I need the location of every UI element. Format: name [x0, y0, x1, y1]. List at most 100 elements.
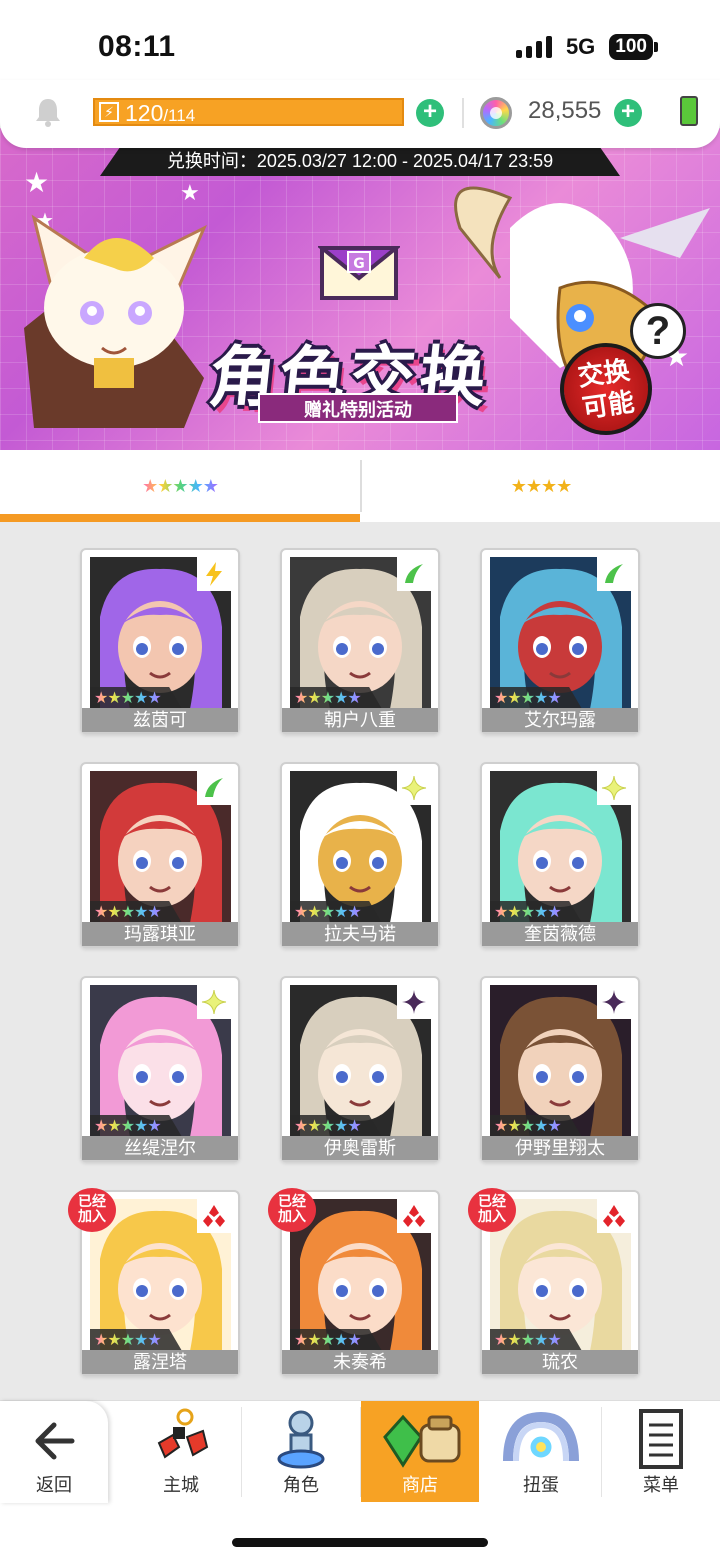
gem-count: 28,555	[528, 97, 602, 124]
gacha-icon	[503, 1411, 579, 1462]
character-card[interactable]: ★★★★★ 玛露琪亚	[80, 762, 240, 948]
nav-gacha[interactable]: 扭蛋	[482, 1401, 600, 1503]
help-button[interactable]: ?	[630, 303, 686, 359]
bottom-nav: 返回 主城 角色 商店 扭蛋 菜单	[0, 1400, 720, 1503]
energy-current: 120	[125, 100, 164, 126]
nav-character[interactable]: 角色	[242, 1401, 360, 1503]
lightning-icon: ⚡	[99, 102, 119, 122]
character-portrait: ★★★★★	[490, 771, 631, 923]
bell-icon[interactable]	[33, 96, 63, 128]
character-card[interactable]: ★★★★★ 未奏希 已经加入	[268, 1188, 440, 1376]
rarity-stars-text: ★★★★★	[94, 1118, 162, 1135]
character-card[interactable]: ★★★★★ 丝缇涅尔	[80, 976, 240, 1162]
rarity-stars: ★★★★★	[90, 1115, 182, 1137]
already-joined-badge: 已经加入	[268, 1188, 316, 1232]
character-card[interactable]: ★★★★★ 伊奥雷斯	[280, 976, 440, 1162]
character-portrait: ★★★★★	[490, 985, 631, 1137]
lightning-attribute-icon	[197, 557, 231, 591]
light-attribute-icon	[197, 985, 231, 1019]
character-card[interactable]: ★★★★★ 露涅塔 已经加入	[68, 1188, 240, 1376]
rarity-stars-text: ★★★★★	[294, 1332, 362, 1349]
already-joined-text: 已经加入	[78, 1193, 106, 1224]
nav-town-label: 主城	[163, 1475, 199, 1495]
rarity-stars-text: ★★★★★	[94, 1332, 162, 1349]
character-icon	[277, 1410, 325, 1469]
character-name: 玛露琪亚	[82, 922, 238, 946]
home-indicator[interactable]	[232, 1538, 488, 1547]
rarity-stars: ★★★★★	[290, 901, 382, 923]
character-card[interactable]: ★★★★★ 兹茵可	[80, 548, 240, 734]
nav-menu-label: 菜单	[643, 1475, 679, 1495]
character-portrait: ★★★★★	[90, 771, 231, 923]
rarity-stars-text: ★★★★★	[494, 1118, 562, 1135]
nav-menu[interactable]: 菜单	[602, 1401, 720, 1503]
character-name: 拉夫马诺	[282, 922, 438, 946]
status-indicators: 5G 100	[515, 34, 658, 60]
battery-tip	[654, 42, 658, 52]
rarity-stars: ★★★★★	[490, 901, 582, 923]
already-joined-badge: 已经加入	[468, 1188, 516, 1232]
character-name: 艾尔玛露	[482, 708, 638, 732]
banner-subtitle: 赠礼特别活动	[258, 393, 458, 423]
character-card[interactable]: ★★★★★ 艾尔玛露	[480, 548, 640, 734]
network-type: 5G	[565, 34, 596, 59]
character-card[interactable]: ★★★★★ 拉夫马诺	[280, 762, 440, 948]
character-art-left	[24, 214, 207, 428]
svg-text:G: G	[353, 256, 365, 272]
tab-five-star[interactable]: ★★★★★	[0, 450, 360, 522]
tab-four-star[interactable]: ★★★★	[362, 450, 720, 522]
character-name: 奎茵薇德	[482, 922, 638, 946]
wind-attribute-icon	[597, 557, 631, 591]
rarity-stars: ★★★★★	[90, 687, 182, 709]
exchange-available-text: 交换可能	[575, 354, 637, 424]
rarity-stars: ★★★★★	[490, 1329, 582, 1351]
character-card[interactable]: ★★★★★ 奎茵薇德	[480, 762, 640, 948]
event-banner: ★ ★ ★ ★ G 兑换时间：2025.03/27 12:00 - 2025.0…	[0, 128, 720, 450]
character-name: 丝缇涅尔	[82, 1136, 238, 1160]
back-label: 返回	[36, 1475, 72, 1495]
app-root: 08:11 5G 100 ⚡ 120/114 + 28,555 + ★ ★ ★ …	[0, 0, 720, 1561]
shop-icon	[383, 1414, 461, 1468]
status-bar: 08:11 5G 100	[0, 0, 720, 82]
character-portrait: ★★★★★	[490, 557, 631, 709]
rarity-stars: ★★★★★	[290, 1329, 382, 1351]
nav-shop[interactable]: 商店	[361, 1401, 479, 1503]
character-name: 兹茵可	[82, 708, 238, 732]
resource-header: ⚡ 120/114 + 28,555 +	[0, 80, 720, 148]
active-tab-indicator	[0, 514, 360, 522]
character-name: 琉农	[482, 1350, 638, 1374]
light-attribute-icon	[597, 771, 631, 805]
character-portrait: ★★★★★	[290, 557, 431, 709]
rarity-stars-text: ★★★★★	[494, 1332, 562, 1349]
nav-town[interactable]: 主城	[122, 1401, 240, 1503]
status-time: 08:11	[98, 30, 176, 63]
dark-attribute-icon	[597, 985, 631, 1019]
add-gems-button[interactable]: +	[614, 99, 642, 127]
energy-max: /114	[163, 106, 196, 125]
battery-indicator: 100	[609, 34, 658, 60]
nav-shop-label: 商店	[402, 1475, 438, 1495]
already-joined-text: 已经加入	[278, 1193, 306, 1224]
nav-character-label: 角色	[283, 1475, 319, 1495]
rarity-tabs: ★★★★★ ★★★★	[0, 450, 720, 522]
character-card[interactable]: ★★★★★ 琉农 已经加入	[468, 1188, 640, 1376]
town-icon	[157, 1408, 209, 1459]
fire-attribute-icon	[597, 1199, 631, 1233]
gift-letter-icon: G	[318, 246, 400, 300]
rarity-stars-text: ★★★★★	[94, 690, 162, 707]
character-portrait: ★★★★★	[90, 985, 231, 1137]
back-button[interactable]: 返回	[0, 1401, 108, 1503]
already-joined-badge: 已经加入	[68, 1188, 116, 1232]
character-card[interactable]: ★★★★★ 朝户八重	[280, 548, 440, 734]
fire-attribute-icon	[397, 1199, 431, 1233]
battery-icon	[680, 96, 698, 126]
energy-bar: ⚡ 120/114	[93, 98, 404, 126]
add-energy-button[interactable]: +	[416, 99, 444, 127]
character-portrait: ★★★★★	[290, 771, 431, 923]
menu-icon	[639, 1409, 683, 1469]
rarity-stars-text: ★★★★★	[294, 1118, 362, 1135]
nav-gacha-label: 扭蛋	[523, 1475, 559, 1495]
character-name: 露涅塔	[82, 1350, 238, 1374]
dark-attribute-icon	[397, 985, 431, 1019]
character-card[interactable]: ★★★★★ 伊野里翔太	[480, 976, 640, 1162]
